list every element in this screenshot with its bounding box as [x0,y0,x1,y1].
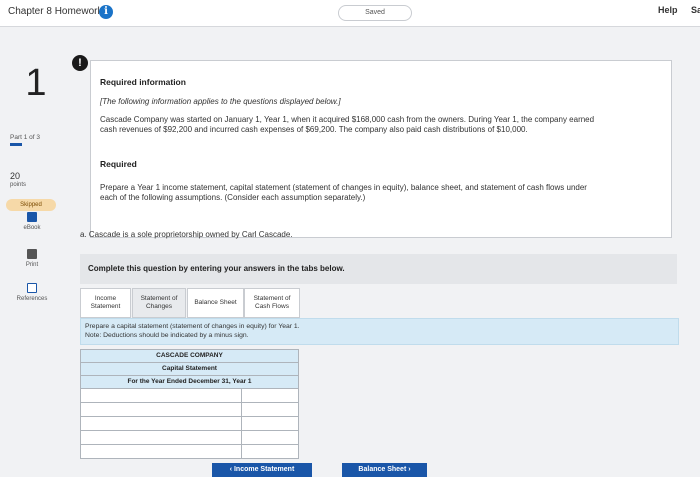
amount-input[interactable] [242,445,298,458]
help-button[interactable]: Help [658,5,678,15]
required-information-panel: Required information [The following info… [90,60,672,238]
account-input[interactable] [81,431,242,444]
print-label: Print [25,262,39,268]
account-input[interactable] [81,445,242,458]
tab-label: Statement of [140,295,178,302]
account-input[interactable] [81,417,242,430]
question-sidebar: 1 Part 1 of 3 20 points Skipped eBook Pr… [0,27,66,473]
table-row [80,417,299,431]
amount-input[interactable] [242,417,298,430]
references-icon [27,283,37,293]
instruction-line-2: Note: Deductions should be indicated by … [85,332,249,339]
question-number: 1 [25,62,47,104]
tab-label: Statement [90,303,121,310]
required-instructions: Prepare a Year 1 income statement, capit… [100,183,587,202]
tab-balance-sheet[interactable]: Balance Sheet [187,288,244,318]
scenario-text: a. Cascade is a sole proprietorship owne… [80,230,293,239]
amount-input[interactable] [242,431,298,444]
tab-label: Statement of [253,295,291,302]
status-badge: Skipped [6,199,56,211]
table-period-header: For the Year Ended December 31, Year 1 [80,376,299,389]
required-label: Required [100,159,137,169]
assignment-title: Chapter 8 Homework [8,6,103,17]
tab-label: Balance Sheet [194,299,237,306]
capital-statement-table: CASCADE COMPANY Capital Statement For th… [80,349,299,459]
required-info-body: Cascade Company was started on January 1… [100,115,595,134]
saved-status: Saved [338,5,412,21]
table-row [80,431,299,445]
instruction-line-1: Prepare a capital statement (statement o… [85,323,300,330]
top-bar: Chapter 8 Homework i Saved Help Sa [0,0,700,27]
required-info-title: Required information [100,77,186,87]
points-label: points [10,182,27,188]
next-tab-button[interactable]: Balance Sheet › [342,463,427,477]
tab-label: Changes [145,303,172,310]
instruction-box: Prepare a capital statement (statement o… [80,318,679,345]
alert-icon: ! [72,55,88,71]
tab-label: Cash Flows [255,303,289,310]
tab-statement-of-cash-flows[interactable]: Statement of Cash Flows [244,288,300,318]
ebook-label: eBook [23,225,41,231]
table-row [80,389,299,403]
main-content: ! Required information [The following in… [66,27,700,477]
account-input[interactable] [81,403,242,416]
save-exit-button[interactable]: Sa [691,5,700,15]
tab-label: Income [94,295,117,302]
prev-tab-button[interactable]: ‹ Income Statement [212,463,312,477]
complete-prompt-text: Complete this question by entering your … [88,264,345,273]
account-input[interactable] [81,389,242,402]
table-company-header: CASCADE COMPANY [80,349,299,363]
print-button[interactable]: Print [10,249,54,268]
required-info-note: [The following information applies to th… [100,97,341,106]
references-label: References [16,296,48,302]
book-icon [27,212,37,222]
part-indicator: Part 1 of 3 [10,134,40,141]
table-row [80,445,299,459]
printer-icon [27,249,37,259]
references-button[interactable]: References [10,283,54,302]
amount-input[interactable] [242,403,298,416]
tab-statement-of-changes[interactable]: Statement of Changes [132,288,186,318]
amount-input[interactable] [242,389,298,402]
part-progress-bar [10,143,22,146]
table-row [80,403,299,417]
table-statement-header: Capital Statement [80,363,299,376]
complete-prompt-bar: Complete this question by entering your … [80,254,677,284]
tab-income-statement[interactable]: Income Statement [80,288,131,318]
info-icon[interactable]: i [99,5,113,19]
points-value: 20 [10,171,21,181]
ebook-button[interactable]: eBook [10,212,54,231]
